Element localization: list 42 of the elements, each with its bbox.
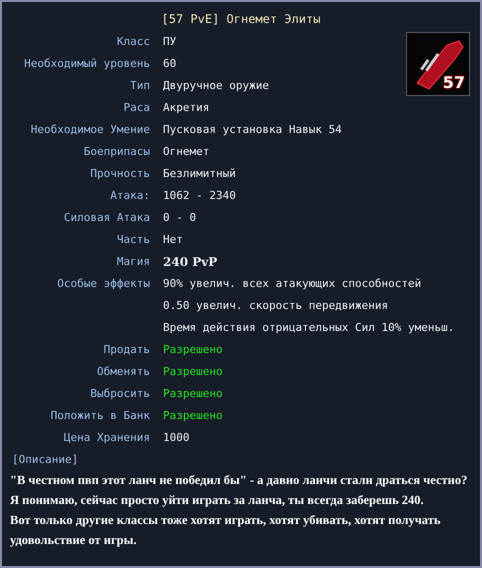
attribute-value: 0 - 0 — [163, 210, 196, 226]
attribute-value: ПУ — [163, 34, 176, 50]
attribute-value: Огнемет — [163, 144, 210, 160]
attribute-label: Обменять — [96, 364, 150, 380]
description-text: Я понимаю, сейчас просто уйти играть за ланча, ты всегда заберешь 240. — [10, 492, 425, 509]
attribute-label: Положить в Банк — [50, 408, 150, 424]
description-heading: [Описание] — [12, 453, 78, 466]
attribute-label: Тип — [129, 78, 150, 94]
attribute-value: Нет — [163, 232, 183, 248]
attribute-label: Атака: — [109, 188, 150, 204]
attribute-value: 240 PvP — [163, 254, 218, 271]
attribute-value: 60 — [163, 56, 176, 72]
attribute-label: Магия — [116, 254, 150, 270]
description-text: "В честном пвп этот ланч не победил бы" - а давно ланчи стали драться честно? — [10, 472, 468, 489]
attribute-value: Разрешено — [163, 364, 223, 380]
attribute-label: Необходимое Умение — [30, 122, 150, 138]
attribute-label: Прочность — [89, 166, 150, 182]
attribute-value: 1000 — [163, 430, 190, 446]
attribute-value: Разрешено — [163, 408, 223, 424]
attribute-label: Часть — [116, 232, 150, 248]
attribute-label: Раса — [122, 100, 150, 116]
attribute-value: Время действия отрицательных Сил 10% уменьш. — [163, 320, 454, 336]
item-level-label: 57 — [442, 73, 465, 92]
attribute-value: Двуручное оружие — [163, 78, 269, 94]
attribute-value: Акретия — [163, 100, 210, 116]
description-text: Вот только другие классы тоже хотят играть, хотят убивать, хотят получать удовольствие от игры. — [10, 512, 442, 549]
attribute-label: Цена Хранения — [62, 430, 150, 446]
attribute-value: Разрешено — [163, 342, 223, 358]
attribute-value: 90% увелич. всех атакующих способностей — [163, 276, 422, 292]
attribute-value: 0.50 увелич. скорость передвижения — [163, 298, 388, 314]
attribute-value: Разрешено — [163, 386, 223, 402]
attribute-value: Пусковая установка Навык 54 — [163, 122, 342, 138]
attribute-label: Боеприпасы — [82, 144, 150, 160]
attribute-label: Необходимый уровень — [23, 56, 150, 72]
attribute-label: Силовая Атака — [62, 210, 150, 226]
attribute-label: Особые эффекты — [56, 276, 150, 292]
attribute-value: Безлимитный — [163, 166, 236, 182]
attribute-label: Продать — [102, 342, 150, 358]
item-title: [57 PvE] Огнемет Элиты — [160, 12, 322, 26]
attribute-value: 1062 - 2340 — [163, 188, 236, 204]
attribute-label: Класс — [116, 34, 150, 50]
attribute-label: Выбросить — [89, 386, 150, 402]
